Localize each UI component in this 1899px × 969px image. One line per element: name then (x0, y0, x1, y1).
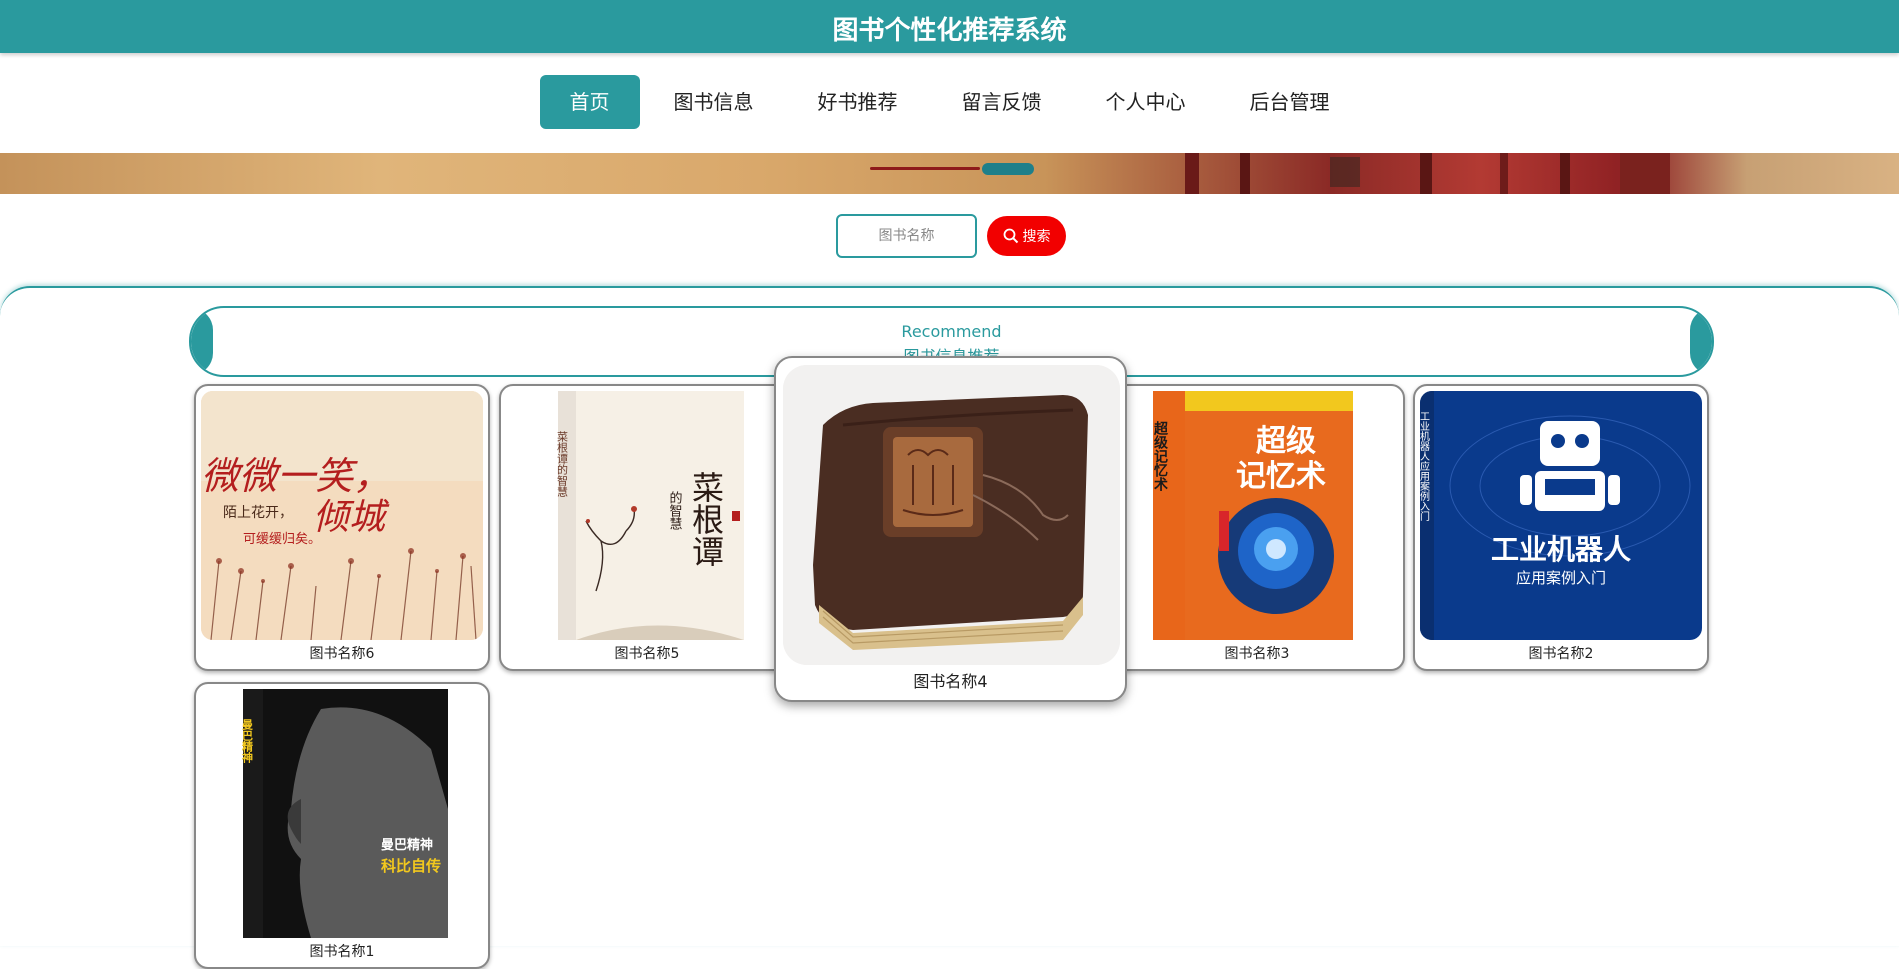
cover-text: 曼巴精神 (381, 837, 433, 853)
cover-text: 倾城 (313, 497, 390, 538)
carousel-indicators (870, 161, 1040, 175)
book-card[interactable]: 微微一笑， 倾城 陌上花开， 可缓缓归矣。 图书名称6 (194, 384, 490, 671)
carousel-indicator-active[interactable] (982, 163, 1034, 175)
cover-text: 超级记忆术 (1152, 420, 1169, 492)
cover-text: 陌上花开， (223, 505, 293, 521)
book-card[interactable]: 超级记忆术 超级 记忆术 图书名称3 (1109, 384, 1405, 671)
book-cover-art: 曼巴精神 曼巴精神 科比自传 (201, 689, 483, 938)
book-card[interactable]: 工业机器人应用案例入门 工业机器人 应用案例入门 图书名称2 (1413, 384, 1709, 671)
cover-text: 微微一笑， (201, 454, 391, 498)
cover-text: 工业机器人 (1491, 533, 1631, 566)
nav-item-feedback[interactable]: 留言反馈 (932, 75, 1072, 129)
cover-text: 菜根谭 (687, 471, 725, 567)
book-name: 图书名称5 (614, 646, 680, 662)
cover-text: 工业机器人应用案例入门 (1420, 411, 1430, 522)
book-name: 图书名称4 (913, 672, 988, 691)
book-card[interactable]: 图书名称4 (774, 356, 1127, 702)
cover-text: 超级 (1256, 424, 1316, 459)
cover-text: 曼巴精神 (241, 719, 254, 764)
site-title: 图书个性化推荐系统 (832, 16, 1067, 46)
cover-text: 可缓缓归矣。 (243, 531, 321, 547)
nav-item-profile[interactable]: 个人中心 (1076, 75, 1216, 129)
main-nav: 首页 图书信息 好书推荐 留言反馈 个人中心 后台管理 (0, 75, 1899, 129)
carousel-indicator[interactable] (870, 167, 980, 170)
top-header: 图书个性化推荐系统 (0, 0, 1899, 53)
book-cover-art: 工业机器人应用案例入门 工业机器人 应用案例入门 (1420, 391, 1702, 640)
nav-item-admin[interactable]: 后台管理 (1220, 75, 1360, 129)
book-cover: 超级记忆术 超级 记忆术 (1116, 391, 1398, 640)
book-card[interactable]: 曼巴精神 曼巴精神 科比自传 图书名称1 (194, 682, 490, 969)
nav-item-books[interactable]: 图书信息 (644, 75, 784, 129)
recommend-title-en: Recommend (901, 322, 1002, 341)
cover-text: 记忆术 (1236, 459, 1326, 494)
cover-text: 应用案例入门 (1516, 569, 1606, 587)
book-cover-art: 微微一笑， 倾城 陌上花开， 可缓缓归矣。 (201, 391, 483, 640)
search-button[interactable]: 搜索 (987, 216, 1066, 256)
cover-text: 菜根谭的智慧 (556, 431, 569, 497)
banner-carousel[interactable] (0, 153, 1899, 194)
book-name: 图书名称2 (1528, 646, 1594, 662)
cover-text: 的智慧 (667, 490, 683, 530)
book-cover: 曼巴精神 曼巴精神 科比自传 (201, 689, 483, 938)
book-cover: 菜根谭的智慧 菜根谭 的智慧 (506, 391, 788, 640)
nav-item-recommend[interactable]: 好书推荐 (788, 75, 928, 129)
search-button-label: 搜索 (1022, 229, 1051, 245)
book-cover: 工业机器人应用案例入门 工业机器人 应用案例入门 (1420, 391, 1702, 640)
book-cover (783, 365, 1120, 665)
nav-item-home[interactable]: 首页 (539, 75, 640, 129)
book-cover-art: 菜根谭的智慧 菜根谭 的智慧 (506, 391, 788, 640)
book-cover-art: 超级记忆术 超级 记忆术 (1116, 391, 1398, 640)
search-input[interactable] (836, 214, 977, 258)
book-name: 图书名称3 (1224, 646, 1290, 662)
search-bar: 搜索 (836, 214, 1066, 258)
book-cover: 微微一笑， 倾城 陌上花开， 可缓缓归矣。 (201, 391, 483, 640)
book-cover-art (783, 365, 1120, 665)
search-icon (1003, 228, 1018, 244)
book-name: 图书名称6 (309, 646, 375, 662)
cover-text: 科比自传 (381, 857, 441, 875)
book-card[interactable]: 菜根谭的智慧 菜根谭 的智慧 图书名称5 (499, 384, 795, 671)
book-name: 图书名称1 (309, 944, 375, 960)
